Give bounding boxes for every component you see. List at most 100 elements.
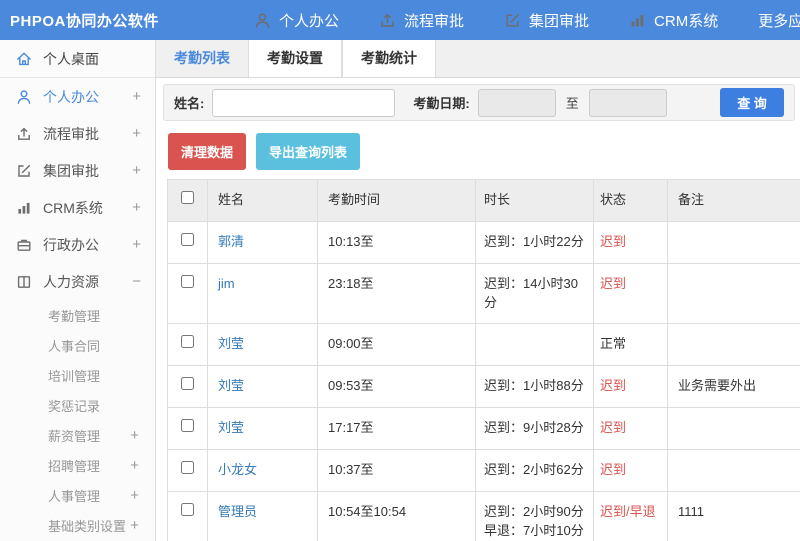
row-checkbox[interactable] [181, 460, 194, 474]
row-checkbox[interactable] [181, 335, 194, 349]
edit-icon [16, 163, 32, 179]
attendance-time-cell: 17:17至 [317, 407, 476, 450]
remark-cell [667, 323, 800, 367]
row-checkbox[interactable] [181, 377, 194, 391]
row-checkbox-cell [167, 323, 208, 367]
duration-text: 迟到：1小时22分 [484, 233, 584, 249]
top-nav: 个人办公 流程审批 集团审批 CRM系统 更多应用 [214, 10, 800, 31]
sidebar-item-personal-desktop[interactable]: 个人桌面 [0, 40, 155, 78]
search-form: 姓名: 考勤日期: 至 查 询 [163, 84, 795, 121]
expander-toggle[interactable]: + [132, 237, 141, 252]
main-content: 考勤列表 考勤设置 考勤统计 姓名: 考勤日期: 至 查 询 清理数据 导出查询列表… [156, 40, 800, 541]
table-row: 刘莹 17:17至 迟到：9小时28分 迟到 [167, 407, 800, 450]
expander-toggle[interactable]: + [130, 458, 139, 473]
expander-toggle[interactable]: + [130, 488, 139, 503]
table-row: jim 23:18至 迟到：14小时30分 迟到 [167, 262, 800, 325]
sidebar-item-personal-office[interactable]: 个人办公 + [0, 78, 155, 115]
tab-attendance-statistics[interactable]: 考勤统计 [342, 40, 436, 77]
tab-bar: 考勤列表 考勤设置 考勤统计 [156, 40, 800, 78]
col-header-status: 状态 [593, 179, 668, 222]
row-checkbox[interactable] [181, 502, 194, 516]
row-checkbox-cell [167, 490, 208, 541]
remark-cell [667, 220, 800, 264]
row-checkbox[interactable] [181, 232, 194, 246]
date-label: 考勤日期: [413, 96, 470, 111]
sidebar-subitem-base-category-settings[interactable]: 基础类别设置 + [0, 510, 155, 540]
row-checkbox[interactable] [181, 274, 194, 288]
name-label: 姓名: [174, 96, 205, 111]
expander-toggle[interactable]: + [130, 428, 139, 443]
date-from-input[interactable] [477, 88, 556, 117]
status-text: 迟到 [600, 378, 627, 394]
employee-name-link[interactable]: jim [218, 276, 235, 291]
expander-toggle[interactable]: + [132, 163, 141, 178]
select-all-checkbox[interactable] [181, 191, 194, 204]
employee-name-link[interactable]: 刘莹 [218, 420, 244, 435]
app-header: PHPOA协同办公软件 个人办公 流程审批 集团审批 CRM系统 更多应用 [0, 0, 800, 40]
employee-name-link[interactable]: 刘莹 [218, 336, 244, 351]
nav-item-group-approval[interactable]: 集团审批 [504, 10, 589, 31]
remark-cell [667, 407, 800, 450]
status-text: 迟到 [600, 461, 627, 477]
expander-toggle[interactable]: + [130, 518, 139, 533]
home-icon [16, 51, 32, 67]
duration-text: 迟到：2小时62分 [484, 461, 584, 477]
tab-attendance-list[interactable]: 考勤列表 [156, 40, 248, 77]
sidebar-item-crm-system[interactable]: CRM系统 + [0, 189, 155, 226]
sidebar-subitem-personnel-management[interactable]: 人事管理 + [0, 480, 155, 510]
app-logo: PHPOA协同办公软件 [10, 12, 159, 30]
expander-toggle[interactable]: − [132, 274, 141, 289]
sidebar-subitem-reward-punishment[interactable]: 奖惩记录 [0, 390, 155, 420]
row-checkbox[interactable] [181, 419, 194, 433]
col-header-name: 姓名 [207, 179, 318, 222]
export-list-button[interactable]: 导出查询列表 [256, 133, 361, 170]
table-row: 刘莹 09:00至 正常 [167, 323, 800, 367]
date-to-input[interactable] [588, 88, 667, 117]
sidebar-subitem-attendance-management[interactable]: 考勤管理 [0, 300, 155, 330]
remark-cell [667, 448, 800, 492]
employee-name-link[interactable]: 郭清 [218, 234, 244, 249]
nav-item-crm-system[interactable]: CRM系统 [629, 10, 718, 31]
process-icon [16, 126, 32, 142]
person-icon [254, 12, 271, 29]
sidebar-item-process-approval[interactable]: 流程审批 + [0, 115, 155, 152]
sidebar-subitem-training-management[interactable]: 培训管理 [0, 360, 155, 390]
status-text: 迟到 [600, 233, 627, 249]
col-header-time: 考勤时间 [317, 179, 476, 222]
name-input[interactable] [212, 88, 396, 117]
nav-item-more-apps[interactable]: 更多应用 [758, 10, 800, 31]
duration-text: 迟到：9小时28分 [484, 420, 584, 436]
employee-name-link[interactable]: 刘莹 [218, 378, 244, 393]
employee-name-link[interactable]: 小龙女 [218, 462, 257, 477]
sidebar: 个人桌面 个人办公 + 流程审批 + 集团审批 + CRM系统 + 行政办公 +… [0, 40, 156, 541]
row-checkbox-cell [167, 448, 208, 492]
sidebar-subitem-salary-management[interactable]: 薪资管理 + [0, 420, 155, 450]
attendance-time-cell: 09:53至 [317, 365, 476, 409]
sidebar-item-admin-office[interactable]: 行政办公 + [0, 226, 155, 263]
duration-text: 迟到：1小时88分 [484, 378, 584, 394]
nav-item-process-approval[interactable]: 流程审批 [379, 10, 464, 31]
remark-cell [667, 262, 800, 325]
expander-toggle[interactable]: + [132, 126, 141, 141]
tab-attendance-settings[interactable]: 考勤设置 [248, 40, 342, 77]
col-header-remark: 备注 [667, 179, 800, 222]
query-button[interactable]: 查 询 [720, 88, 784, 117]
attendance-time-cell: 10:13至 [317, 220, 476, 264]
expander-toggle[interactable]: + [132, 89, 141, 104]
select-all-cell [167, 179, 208, 222]
sidebar-item-label: 个人桌面 [43, 50, 99, 67]
nav-item-personal-office[interactable]: 个人办公 [254, 10, 339, 31]
sidebar-item-group-approval[interactable]: 集团审批 + [0, 152, 155, 189]
attendance-time-cell: 10:54至10:54 [317, 490, 476, 541]
to-label: 至 [565, 96, 579, 111]
table-header-row: 姓名 考勤时间 时长 状态 备注 [167, 179, 800, 222]
sidebar-item-human-resources[interactable]: 人力资源 − [0, 263, 155, 300]
remark-cell: 1111 [667, 490, 800, 541]
sidebar-subitem-recruitment-management[interactable]: 招聘管理 + [0, 450, 155, 480]
employee-name-link[interactable]: 管理员 [218, 504, 257, 519]
book-icon [16, 274, 32, 290]
expander-toggle[interactable]: + [132, 200, 141, 215]
sidebar-subitem-personnel-contract[interactable]: 人事合同 [0, 330, 155, 360]
clear-data-button[interactable]: 清理数据 [168, 133, 247, 170]
attendance-time-cell: 09:00至 [317, 323, 476, 367]
